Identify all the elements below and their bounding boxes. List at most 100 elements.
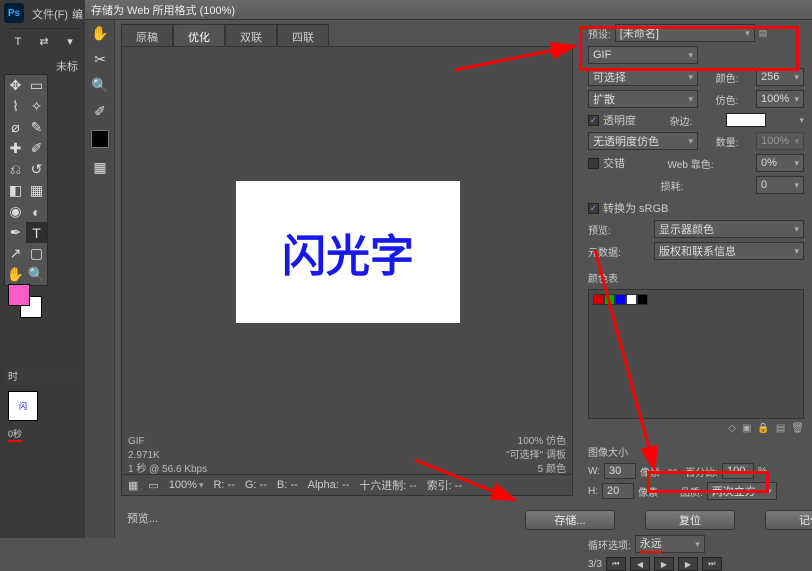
- h-label: H:: [588, 486, 598, 497]
- ct-new-icon[interactable]: ▤: [776, 423, 785, 434]
- pen-tool-icon[interactable]: ✒: [5, 222, 26, 243]
- color-swatches[interactable]: [8, 284, 44, 320]
- frame-pos: 3/3: [588, 559, 602, 570]
- width-input[interactable]: 30: [604, 463, 636, 479]
- metadata-select[interactable]: 版权和联系信息▾: [654, 242, 804, 260]
- color-cell[interactable]: [637, 294, 648, 305]
- matte-chevron-icon[interactable]: ▾: [799, 115, 804, 126]
- b-value: B: --: [277, 479, 298, 491]
- crop-tool-icon[interactable]: ⌀: [5, 117, 26, 138]
- menu-edit[interactable]: 编: [72, 6, 83, 22]
- save-button[interactable]: 存储...: [525, 510, 615, 530]
- lossy-select[interactable]: 0▾: [756, 176, 804, 194]
- history-brush-icon[interactable]: ↺: [26, 159, 47, 180]
- ct-icon-1[interactable]: ◇: [728, 423, 736, 434]
- stamp-tool-icon[interactable]: ⎌: [5, 159, 26, 180]
- slice-visibility-icon[interactable]: ▦: [85, 154, 115, 180]
- trans-amount-select[interactable]: 100%▾: [756, 132, 804, 150]
- ct-icon-3[interactable]: 🔒: [757, 423, 769, 434]
- grid-icon[interactable]: ▦: [128, 479, 138, 492]
- eraser-tool-icon[interactable]: ◧: [5, 180, 26, 201]
- interlace-checkbox[interactable]: 交错: [588, 155, 625, 171]
- remember-button[interactable]: 记住: [765, 510, 812, 530]
- hand-small-icon[interactable]: ▭: [148, 479, 158, 492]
- canvas: 闪光字: [236, 181, 460, 323]
- sample-color-swatch[interactable]: [91, 130, 109, 148]
- ct-icon-2[interactable]: ▣: [742, 423, 751, 434]
- swap-icon[interactable]: ⇄: [36, 34, 52, 50]
- anim-play-icon[interactable]: ▶: [654, 557, 674, 571]
- brush-tool-icon[interactable]: ✐: [26, 138, 47, 159]
- frame-duration[interactable]: 0秒: [8, 427, 22, 442]
- g-value: G: --: [245, 479, 267, 491]
- fg-color-swatch[interactable]: [8, 284, 30, 306]
- link-icon[interactable]: ⚯: [668, 465, 677, 478]
- zoom-tool-icon[interactable]: 🔍: [26, 264, 47, 285]
- timeline-header[interactable]: 时: [4, 366, 82, 385]
- lasso-tool-icon[interactable]: ⌇: [5, 96, 26, 117]
- color-table[interactable]: [588, 289, 804, 419]
- height-input[interactable]: 20: [602, 483, 634, 499]
- ps-logo: Ps: [4, 3, 24, 23]
- dialog-titlebar: 存储为 Web 所用格式 (100%): [85, 0, 812, 20]
- dodge-tool-icon[interactable]: ◐: [26, 201, 47, 222]
- eyedropper-tool-icon[interactable]: ✎: [26, 117, 47, 138]
- format-select[interactable]: GIF▾: [588, 46, 698, 64]
- hand-tool-icon[interactable]: ✋: [5, 264, 26, 285]
- preset-select[interactable]: [未命名]▾: [615, 24, 755, 42]
- shape-tool-icon[interactable]: ▢: [26, 243, 47, 264]
- preset-label: 预设:: [588, 26, 611, 41]
- lossy-label: 损耗:: [661, 178, 684, 193]
- blur-tool-icon[interactable]: ◉: [5, 201, 26, 222]
- dither-value-select[interactable]: 100%▾: [756, 90, 804, 108]
- canvas-text: 闪光字: [282, 220, 414, 284]
- wand-tool-icon[interactable]: ✧: [26, 96, 47, 117]
- colors-label: 颜色:: [716, 70, 739, 85]
- timeline-frame[interactable]: 闪: [8, 391, 38, 421]
- anim-first-icon[interactable]: ⏮: [606, 557, 626, 571]
- preview-link[interactable]: 预览...: [127, 510, 158, 526]
- type-tool-icon[interactable]: T: [26, 222, 47, 243]
- tools-panel: ✥ ▭ ⌇ ✧ ⌀ ✎ ✚ ✐ ⎌ ↺ ◧ ▦ ◉ ◐ ✒ T ↗ ▢ ✋ 🔍: [4, 74, 48, 286]
- percent-input[interactable]: 100: [722, 463, 754, 479]
- heal-tool-icon[interactable]: ✚: [5, 138, 26, 159]
- srgb-checkbox[interactable]: ✓转换为 sRGB: [588, 200, 804, 216]
- move-tool-icon[interactable]: ✥: [5, 75, 26, 96]
- gradient-tool-icon[interactable]: ▦: [26, 180, 47, 201]
- websnap-select[interactable]: 0%▾: [756, 154, 804, 172]
- dither-select[interactable]: 扩散▾: [588, 90, 698, 108]
- reset-button[interactable]: 复位: [645, 510, 735, 530]
- quality-select[interactable]: 两次立方▾: [707, 482, 777, 500]
- text-tool-icon[interactable]: T: [10, 34, 26, 50]
- loop-label: 循环选项:: [588, 537, 631, 552]
- menu-file[interactable]: 文件(F): [32, 6, 68, 22]
- hand-icon[interactable]: ✋: [85, 20, 115, 46]
- anim-next-icon[interactable]: ▶: [678, 557, 698, 571]
- path-tool-icon[interactable]: ↗: [5, 243, 26, 264]
- transparency-checkbox[interactable]: ✓透明度: [588, 112, 636, 128]
- color-cell[interactable]: [626, 294, 637, 305]
- preview-area: 闪光字 GIF 2.971K 1 秒 @ 56.6 Kbps 100% 仿色 "…: [121, 46, 573, 480]
- palette-select[interactable]: 可选择▾: [588, 68, 698, 86]
- trans-dither-select[interactable]: 无透明度仿色▾: [588, 132, 698, 150]
- ct-trash-icon[interactable]: 🗑: [791, 423, 804, 434]
- preview-label: 预览:: [588, 222, 611, 237]
- anim-prev-icon[interactable]: ◀: [630, 557, 650, 571]
- colors-select[interactable]: 256▾: [756, 68, 804, 86]
- color-cell[interactable]: [615, 294, 626, 305]
- slice-icon[interactable]: ✂: [85, 46, 115, 72]
- preview-select[interactable]: 显示器颜色▾: [654, 220, 804, 238]
- metadata-label: 元数据:: [588, 244, 621, 259]
- anim-last-icon[interactable]: ⏭: [702, 557, 722, 571]
- preset-menu-icon[interactable]: ▤: [759, 28, 768, 39]
- zoom-select[interactable]: 100% ▾: [169, 479, 204, 491]
- marquee-tool-icon[interactable]: ▭: [26, 75, 47, 96]
- color-cell[interactable]: [604, 294, 615, 305]
- colortable-label: 颜色表: [588, 270, 804, 285]
- zoom-icon[interactable]: 🔍: [85, 72, 115, 98]
- matte-swatch[interactable]: [726, 113, 766, 127]
- eyedropper-icon[interactable]: ✐: [85, 98, 115, 124]
- color-cell[interactable]: [593, 294, 604, 305]
- font-dropdown-icon[interactable]: ▾: [62, 34, 78, 50]
- document-tab[interactable]: 未标: [56, 58, 78, 74]
